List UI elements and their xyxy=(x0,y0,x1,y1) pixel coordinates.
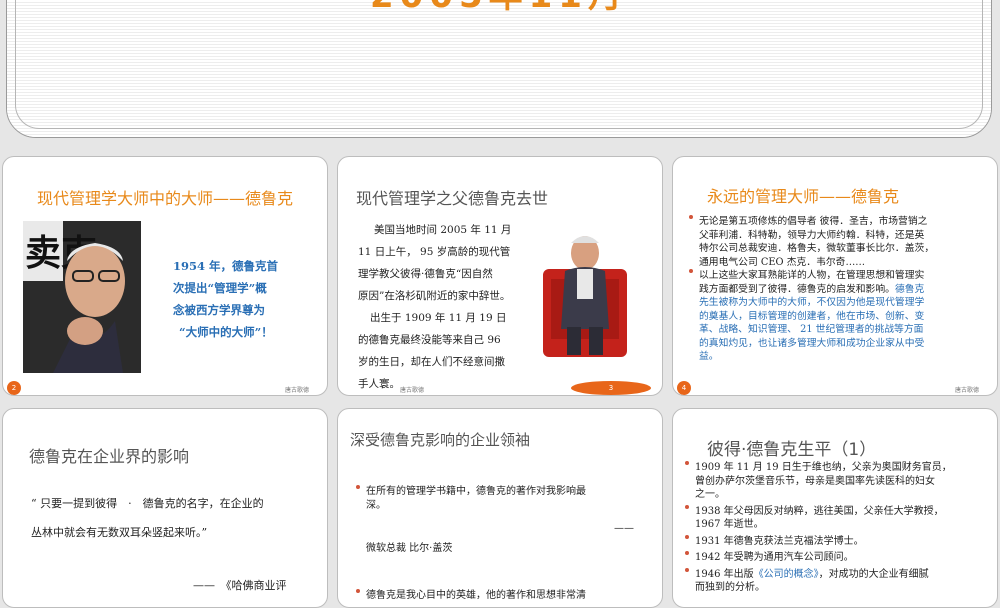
slide-2-thumbnail[interactable]: 现代管理学大师中的大师——德鲁克 卖克 1954 年，德鲁克首 次提出“管理学”… xyxy=(2,156,328,396)
body-line: 理学教父彼得·德鲁克“因自然 xyxy=(358,268,493,280)
slide-4-bullets: 无论是第五项修炼的倡导者 彼得．圣吉，市场营销之 父菲利浦．科特勒，领导力大师约… xyxy=(689,215,995,364)
bullet-line: 深。 xyxy=(366,500,386,511)
slide-inner-frame xyxy=(15,0,983,129)
caption-line: 念被西方学界尊为 xyxy=(173,303,265,317)
slide-4-thumbnail[interactable]: 永远的管理大师——德鲁克 无论是第五项修炼的倡导者 彼得．圣吉，市场营销之 父菲… xyxy=(672,156,998,396)
slide-3-title: 现代管理学之父德鲁克去世 xyxy=(356,189,549,208)
quote-source: —— 《哈佛商业评 xyxy=(193,579,287,592)
caption-line: “大师中的大师”！ xyxy=(179,325,273,339)
slide-6-title: 深受德鲁克影响的企业领袖 xyxy=(350,431,531,449)
slide-6-bullets: 在所有的管理学书籍中，德鲁克的著作对我影响最 深。 xyxy=(356,485,652,513)
body-line: 美国当地时间 2005 年 11 月 xyxy=(374,224,512,236)
bullet-item: 以上这些大家耳熟能详的人物，在管理思想和管理实 践方面都受到了彼得．德鲁克的启发… xyxy=(689,269,995,364)
seated-illustration xyxy=(541,219,629,359)
slide-2-title: 现代管理学大师中的大师——德鲁克 xyxy=(37,189,294,208)
quote-line: “ 只要一提到彼得 · 德鲁克的名字，在企业的 xyxy=(31,497,264,510)
quote-line: 丛林中就会有无数双耳朵竖起来听。” xyxy=(31,526,208,539)
slide-6-bullets-2: 德鲁克是我心目中的英雄，他的著作和思想非常清 xyxy=(356,589,652,603)
slide-footer: 唐古歌德 xyxy=(955,387,980,394)
caption-line: 次提出“管理学”概 xyxy=(173,281,267,295)
book-title: 《公司的概念》 xyxy=(753,568,819,580)
bullet-line: 先生被称为大师中的大师，不仅因为他是现代管理学 xyxy=(699,297,925,308)
bullet-highlight: 德鲁克 xyxy=(894,283,925,295)
slide-7-bullets: 1909 年 11 月 19 日生于维也纳，父亲为奥国财务官员， 曾创办萨尔茨堡… xyxy=(685,461,995,595)
bullet-line: 的奠基人，目标管理的创建者，他在市场、创新、变 xyxy=(699,310,925,322)
bullet-line: 益。 xyxy=(699,351,719,362)
body-line: 的德鲁克最终没能等来自己 96 xyxy=(358,334,501,346)
bullet-line: 1967 年逝世。 xyxy=(695,519,764,530)
bullet-line: 曾创办萨尔茨堡音乐节，母亲是奥国率先读医科的妇女 xyxy=(695,475,935,487)
slide-footer: 唐古歌德 xyxy=(400,387,425,394)
body-line: 手人寰。 xyxy=(358,378,400,390)
slide-footer: 唐古歌德 xyxy=(285,387,310,394)
body-line: 原因”在洛杉矶附近的家中辞世。 xyxy=(358,290,511,302)
body-line: 11 日上午， 95 岁高龄的现代管 xyxy=(358,246,511,258)
slide-3-thumbnail[interactable]: 现代管理学之父德鲁克去世 美国当地时间 2005 年 11 月 11 日上午， … xyxy=(337,156,663,396)
bullet-item: 在所有的管理学书籍中，德鲁克的著作对我影响最 深。 xyxy=(356,485,652,513)
bullet-item: 1938 年父母因反对纳粹，逃往美国，父亲任大学教授， 1967 年逝世。 xyxy=(685,504,995,532)
bullet-line: 在所有的管理学书籍中，德鲁克的著作对我影响最 xyxy=(366,486,586,497)
bullet-text: 1946 年出版 xyxy=(695,568,754,580)
caption-line: 1954 年，德鲁克首 xyxy=(173,259,279,273)
slide-number-badge: 4 xyxy=(677,381,691,395)
bullet-line: 父菲利浦．科特勒，领导力大师约翰．科特，还是英 xyxy=(699,229,925,241)
bullet-item: 无论是第五项修炼的倡导者 彼得．圣吉，市场营销之 父菲利浦．科特勒，领导力大师约… xyxy=(689,215,995,269)
bullet-line: 通用电气公司 CEO 杰克．韦尔奇…… xyxy=(699,256,866,268)
bullet-line: 践方面都受到了彼得．德鲁克的启发和影响。 xyxy=(699,283,895,295)
slide-1-title: 2005年11月 xyxy=(7,0,991,13)
slide-5-quote: “ 只要一提到彼得 · 德鲁克的名字，在企业的 丛林中就会有无数双耳朵竖起来听。… xyxy=(31,489,264,547)
bullet-line: 而独到的分析。 xyxy=(695,582,765,593)
bullet-line: 无论是第五项修炼的倡导者 彼得．圣吉，市场营销之 xyxy=(699,216,928,227)
slide-2-caption: 1954 年，德鲁克首 次提出“管理学”概 念被西方学界尊为 “大师中的大师”！ xyxy=(173,255,278,343)
bullet-line: 1938 年父母因反对纳粹，逃往美国，父亲任大学教授， xyxy=(695,505,944,517)
bullet-line: 之一。 xyxy=(695,489,725,500)
bullet-line: 以上这些大家耳熟能详的人物，在管理思想和管理实 xyxy=(699,270,925,281)
slide-number-badge: 3 xyxy=(571,381,651,395)
bullet-line: 1909 年 11 月 19 日生于维也纳，父亲为奥国财务官员， xyxy=(695,462,952,473)
slide-number-badge: 2 xyxy=(7,381,21,395)
slide-1-thumbnail[interactable]: 2005年11月 xyxy=(6,0,992,138)
quote-dash: —— xyxy=(614,523,634,534)
slide-3-body: 美国当地时间 2005 年 11 月 11 日上午， 95 岁高龄的现代管 理学… xyxy=(358,219,511,395)
bullet-line: 1931 年德鲁克获法兰克福法学博士。 xyxy=(695,535,864,547)
slide-7-title: 彼得·德鲁克生平（1） xyxy=(707,440,877,460)
quote-attribution: 微软总裁 比尔·盖茨 xyxy=(366,543,453,554)
slide-4-title: 永远的管理大师——德鲁克 xyxy=(707,187,900,206)
slide-7-thumbnail[interactable]: 彼得·德鲁克生平（1） 1909 年 11 月 19 日生于维也纳，父亲为奥国财… xyxy=(672,408,998,608)
bullet-line: 的真知灼见，也让诸多管理大师和成功企业家从中受 xyxy=(699,337,925,349)
body-line: 岁的生日，却在人们不经意间撒 xyxy=(358,356,505,368)
body-line: 出生于 1909 年 11 月 19 日 xyxy=(370,312,507,324)
drucker-seated-photo xyxy=(541,219,629,359)
bullet-item: 1942 年受聘为通用汽车公司顾问。 xyxy=(685,551,995,565)
bullet-line: 1942 年受聘为通用汽车公司顾问。 xyxy=(695,552,854,563)
slide-6-thumbnail[interactable]: 深受德鲁克影响的企业领袖 在所有的管理学书籍中，德鲁克的著作对我影响最 深。 —… xyxy=(337,408,663,608)
slide-5-thumbnail[interactable]: 德鲁克在企业界的影响 “ 只要一提到彼得 · 德鲁克的名字，在企业的 丛林中就会… xyxy=(2,408,328,608)
bullet-item: 1909 年 11 月 19 日生于维也纳，父亲为奥国财务官员， 曾创办萨尔茨堡… xyxy=(685,461,995,502)
bullet-item: 1931 年德鲁克获法兰克福法学博士。 xyxy=(685,534,995,549)
portrait-illustration: 卖克 xyxy=(23,221,141,373)
bullet-item: 德鲁克是我心目中的英雄，他的著作和思想非常清 xyxy=(356,589,652,603)
bullet-line: 革、战略、知识管理、 21 世纪管理者的挑战等方面 xyxy=(699,324,924,335)
slide-5-title: 德鲁克在企业界的影响 xyxy=(29,447,190,466)
bullet-item: 1946 年出版《公司的概念》，对成功的大企业有细腻 而独到的分析。 xyxy=(685,567,995,595)
drucker-portrait-photo: 卖克 xyxy=(23,221,141,373)
bullet-line: 特尔公司总裁安迪．格鲁夫，微软董事长比尔．盖茨， xyxy=(699,243,935,254)
bullet-line: 德鲁克是我心目中的英雄，他的著作和思想非常清 xyxy=(366,590,586,601)
bullet-text: ，对成功的大企业有细腻 xyxy=(818,568,929,580)
